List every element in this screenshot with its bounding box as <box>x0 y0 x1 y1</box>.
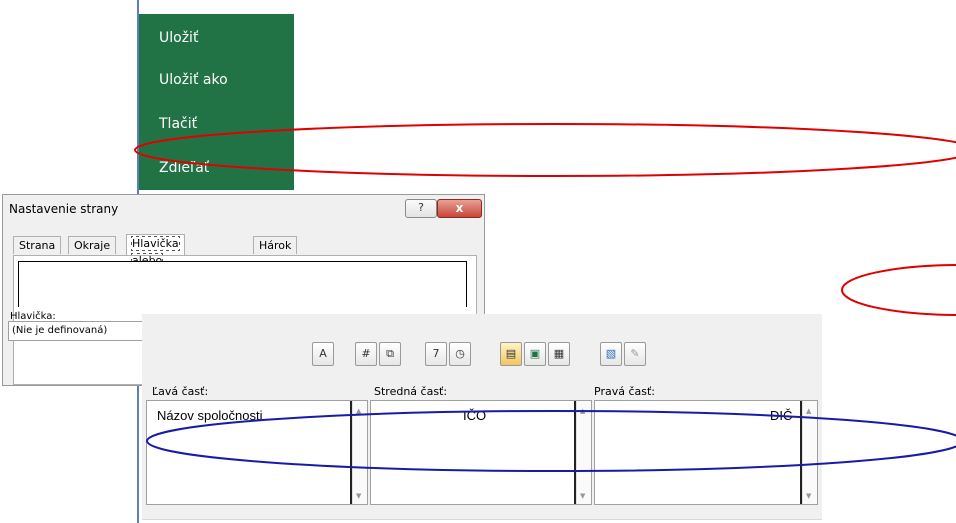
red-ellipse-right <box>841 264 956 316</box>
annotation-overlay <box>134 123 956 472</box>
red-ellipse-share <box>134 123 956 177</box>
blue-ellipse-sections <box>146 410 956 472</box>
